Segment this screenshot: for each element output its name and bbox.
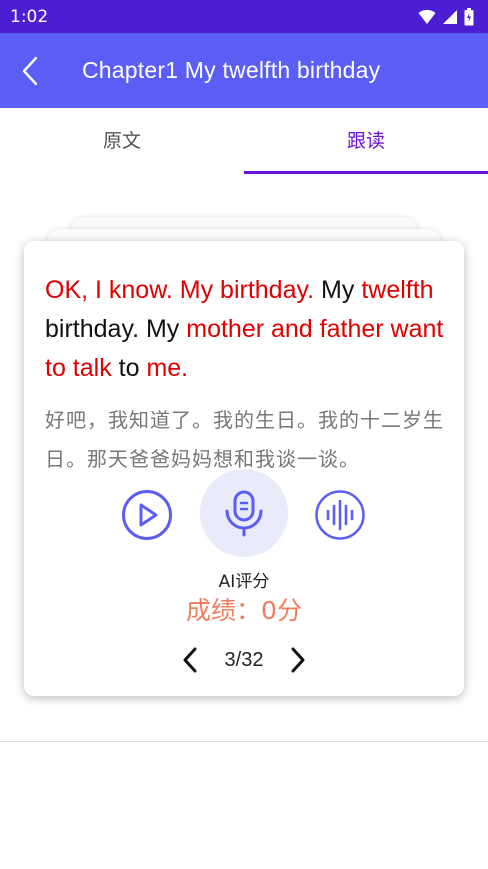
tab-follow-read[interactable]: 跟读 bbox=[244, 108, 488, 174]
wifi-icon bbox=[418, 9, 436, 24]
battery-icon bbox=[464, 7, 474, 25]
score-text: 成绩：0分 bbox=[186, 596, 302, 625]
tab-bar: 原文 跟读 bbox=[0, 108, 488, 174]
status-icons bbox=[418, 7, 474, 26]
page-indicator: 3/32 bbox=[224, 648, 264, 671]
status-bar: 1:02 bbox=[0, 0, 488, 33]
tab-original-text[interactable]: 原文 bbox=[0, 108, 244, 174]
pager: 3/32 bbox=[24, 645, 464, 675]
chevron-left-icon bbox=[183, 647, 197, 673]
play-button[interactable] bbox=[121, 489, 173, 541]
prev-sentence-button[interactable] bbox=[175, 645, 205, 675]
english-segment: OK, I know. My birthday. bbox=[45, 276, 315, 304]
english-segment: My bbox=[314, 276, 362, 304]
english-sentence: OK, I know. My birthday. My twelfth birt… bbox=[45, 271, 450, 388]
english-segment: me. bbox=[146, 354, 189, 382]
cellular-signal-icon bbox=[443, 9, 457, 24]
audio-wave-icon bbox=[315, 490, 365, 540]
english-segment: twelfth bbox=[361, 276, 434, 304]
english-segment: to bbox=[111, 354, 147, 382]
english-segment: birthday. My bbox=[45, 315, 187, 343]
next-sentence-button[interactable] bbox=[283, 645, 313, 675]
sentence-card: OK, I know. My birthday. My twelfth birt… bbox=[24, 241, 464, 696]
ai-score-label: AI评分 bbox=[218, 572, 270, 592]
divider bbox=[0, 741, 488, 742]
chevron-right-icon bbox=[291, 647, 305, 673]
microphone-icon bbox=[225, 490, 263, 537]
back-button[interactable] bbox=[10, 49, 50, 93]
chinese-translation: 好吧，我知道了。我的生日。我的十二岁生日。那天爸爸妈妈想和我谈一谈。 bbox=[45, 408, 444, 471]
play-circle-icon bbox=[122, 490, 172, 540]
app-bar: Chapter1 My twelfth birthday bbox=[0, 33, 488, 108]
page-title: Chapter1 My twelfth birthday bbox=[82, 57, 381, 83]
playback-recording-button[interactable] bbox=[314, 489, 366, 541]
record-button[interactable] bbox=[200, 469, 288, 557]
chevron-left-icon bbox=[22, 56, 38, 86]
status-time: 1:02 bbox=[10, 6, 49, 27]
